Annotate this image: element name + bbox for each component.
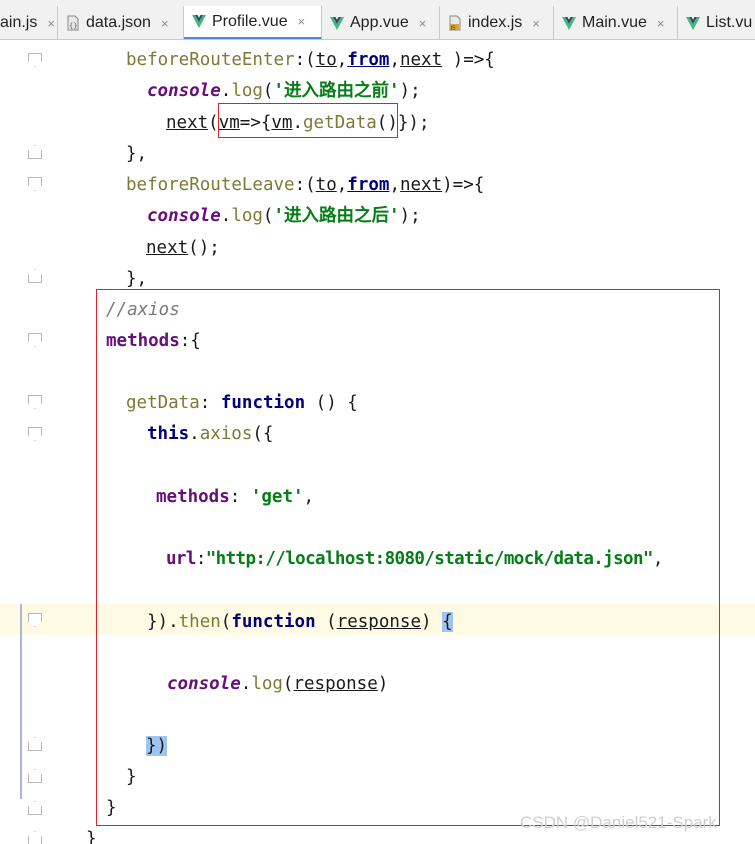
- fold-icon[interactable]: [28, 737, 42, 751]
- fold-icon[interactable]: [28, 769, 42, 783]
- fold-icon[interactable]: [28, 801, 42, 815]
- close-icon[interactable]: ×: [657, 16, 665, 31]
- code-token: beforeRouteLeave: [126, 175, 295, 195]
- vue-file-icon: [330, 16, 344, 30]
- code-token: ,: [336, 175, 348, 195]
- fold-icon[interactable]: [28, 395, 42, 409]
- code-token: .: [220, 81, 232, 101]
- code-token: ,: [389, 175, 400, 195]
- code-token: to: [315, 50, 337, 70]
- tab-list-vue[interactable]: List.vu: [678, 6, 755, 39]
- fold-icon[interactable]: [28, 145, 42, 159]
- code-token: next: [146, 238, 189, 258]
- highlight-box-methods: [96, 289, 720, 826]
- code-line: },: [126, 144, 148, 164]
- close-icon[interactable]: ×: [298, 14, 306, 29]
- js-file-icon: JS: [449, 15, 461, 32]
- code-token: from: [347, 175, 390, 195]
- tab-app-vue[interactable]: App.vue ×: [322, 6, 440, 39]
- close-icon[interactable]: ×: [532, 16, 540, 31]
- code-token: '进入路由之前': [273, 81, 400, 101]
- tab-main-vue[interactable]: Main.vue ×: [554, 6, 678, 39]
- code-editor[interactable]: beforeRouteEnter:(to,from,next )=>{ cons…: [0, 41, 755, 844]
- code-token: :(: [294, 50, 316, 70]
- fold-icon[interactable]: [28, 269, 42, 283]
- tab-index-js[interactable]: JS index.js ×: [440, 6, 554, 39]
- tab-profile-vue[interactable]: Profile.vue ×: [184, 6, 322, 39]
- fold-icon[interactable]: [28, 177, 42, 191]
- code-token: .: [220, 206, 232, 226]
- code-token: '进入路由之后': [273, 206, 400, 226]
- code-token: (: [262, 81, 274, 101]
- code-token: )=>{: [442, 50, 495, 70]
- highlight-box-callback: [218, 103, 398, 138]
- code-token: log: [231, 206, 263, 226]
- tab-label: ain.js: [0, 14, 38, 31]
- fold-icon[interactable]: [28, 427, 42, 441]
- code-line: beforeRouteEnter:(to,from,next )=>{: [126, 49, 495, 71]
- code-token: )=>{: [442, 175, 485, 195]
- tab-label: Profile.vue: [212, 12, 288, 30]
- code-token: to: [315, 175, 337, 195]
- tab-label: List.vu: [706, 14, 753, 31]
- code-token: next: [399, 175, 443, 195]
- tab-label: index.js: [468, 14, 523, 31]
- code-line: },: [126, 269, 148, 289]
- code-token: (: [262, 206, 274, 226]
- code-line: next();: [146, 237, 220, 259]
- close-icon[interactable]: ×: [419, 16, 427, 31]
- fold-icon[interactable]: [28, 831, 42, 844]
- code-token: next: [166, 113, 209, 133]
- code-line: console.log('进入路由之后');: [147, 205, 421, 227]
- editor-tab-bar: ain.js × {} data.json × Profile.vue × Ap…: [0, 0, 755, 40]
- code-token: console: [147, 81, 221, 101]
- code-token: ,: [389, 50, 400, 70]
- vue-file-icon: [192, 15, 206, 28]
- code-token: next: [399, 50, 443, 70]
- code-token: ,: [336, 50, 348, 70]
- code-token: ;: [418, 113, 430, 133]
- fold-icon[interactable]: [28, 333, 42, 347]
- fold-icon[interactable]: [28, 53, 42, 67]
- vue-file-icon: [686, 16, 700, 30]
- code-token: );: [399, 206, 421, 226]
- code-token: beforeRouteEnter: [126, 50, 295, 70]
- code-token: :(: [294, 175, 316, 195]
- code-token: log: [231, 81, 263, 101]
- close-icon[interactable]: ×: [161, 16, 169, 31]
- svg-text:JS: JS: [450, 26, 457, 32]
- code-token: );: [399, 81, 421, 101]
- close-icon[interactable]: ×: [47, 16, 55, 31]
- change-marker: [20, 604, 22, 799]
- tab-main-js[interactable]: ain.js ×: [0, 6, 58, 39]
- code-line: }: [86, 829, 97, 844]
- tab-data-json[interactable]: {} data.json ×: [58, 6, 184, 39]
- tab-label: App.vue: [350, 14, 409, 31]
- json-file-icon: {}: [67, 15, 79, 31]
- code-token: from: [347, 50, 390, 70]
- code-line: beforeRouteLeave:(to,from,next)=>{: [126, 174, 484, 196]
- tab-label: Main.vue: [582, 14, 647, 31]
- code-token: console: [147, 206, 221, 226]
- watermark: CSDN @Daniel521-Spark: [520, 813, 717, 832]
- svg-text:{}: {}: [69, 22, 77, 30]
- vue-file-icon: [562, 16, 576, 30]
- code-token: ();: [188, 238, 220, 258]
- code-line: console.log('进入路由之前');: [147, 80, 421, 102]
- tab-label: data.json: [86, 14, 151, 31]
